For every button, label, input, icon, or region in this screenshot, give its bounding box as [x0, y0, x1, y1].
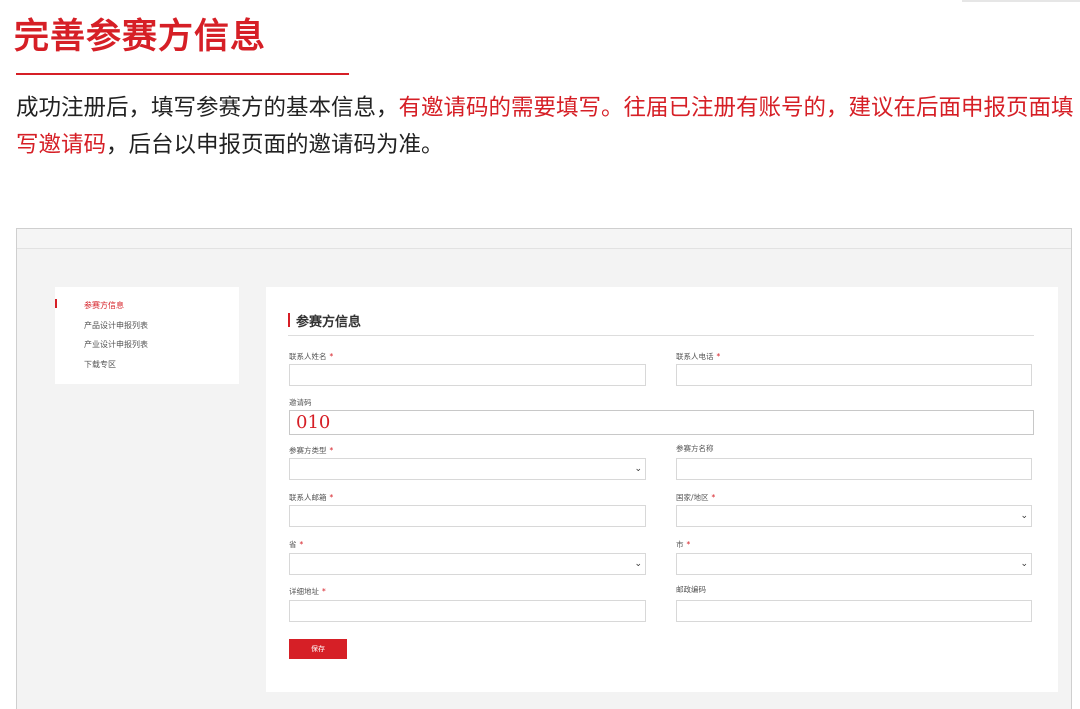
participant-type-select[interactable]: ⌄	[289, 458, 646, 480]
province-label: 省 *	[289, 539, 303, 550]
required-mark: *	[716, 352, 721, 361]
intro-text-1: 成功注册后，填写参赛方的基本信息，	[16, 95, 399, 121]
title-divider	[288, 335, 1034, 336]
city-select[interactable]: ⌄	[676, 553, 1032, 575]
participant-type-label: 参赛方类型 *	[289, 445, 333, 456]
postcode-label: 邮政编码	[676, 585, 706, 594]
required-mark: *	[686, 540, 691, 549]
chevron-down-icon: ⌄	[634, 559, 642, 569]
contact-phone-label-text: 联系人电话	[676, 352, 714, 361]
contact-email-label-text: 联系人邮箱	[289, 493, 327, 502]
contact-phone-label: 联系人电话 *	[676, 351, 720, 362]
contact-email-label: 联系人邮箱 *	[289, 492, 333, 503]
invite-code-value: 010	[296, 412, 331, 433]
contact-name-input[interactable]	[289, 364, 646, 386]
chevron-down-icon: ⌄	[1020, 511, 1028, 521]
title-accent-bar	[288, 313, 290, 327]
chevron-down-icon: ⌄	[1020, 559, 1028, 569]
country-label-text: 国家/地区	[676, 493, 709, 502]
sidebar-item-industry-design-list[interactable]: 产业设计申报列表	[84, 339, 148, 350]
participant-type-label-text: 参赛方类型	[289, 446, 327, 455]
city-label: 市 *	[676, 539, 690, 550]
sidebar: 参赛方信息 产品设计申报列表 产业设计申报列表 下载专区	[55, 287, 239, 384]
country-select[interactable]: ⌄	[676, 505, 1032, 527]
invite-code-label: 邀请码	[289, 398, 312, 407]
top-divider	[962, 0, 1080, 2]
postcode-input[interactable]	[676, 600, 1032, 622]
required-mark: *	[329, 493, 334, 502]
contact-phone-input[interactable]	[676, 364, 1032, 386]
contact-name-label: 联系人姓名 *	[289, 351, 333, 362]
intro-text-3: ，后台以申报页面的邀请码为准。	[106, 132, 444, 158]
sidebar-item-participant-info[interactable]: 参赛方信息	[84, 300, 124, 311]
required-mark: *	[329, 352, 334, 361]
required-mark: *	[322, 587, 326, 596]
form-title: 参赛方信息	[296, 315, 362, 330]
required-mark: *	[711, 493, 716, 502]
chevron-down-icon: ⌄	[634, 464, 642, 474]
required-mark: *	[299, 540, 304, 549]
save-button[interactable]: 保存	[289, 639, 347, 659]
address-label-text: 详细地址	[289, 587, 319, 596]
address-input[interactable]	[289, 600, 646, 622]
form-panel: 参赛方信息 联系人姓名 * 联系人电话 * 邀请码 010 参赛方类型 * ⌄ 参赛方…	[266, 287, 1058, 692]
intro-paragraph: 成功注册后，填写参赛方的基本信息，有邀请码的需要填写。往届已注册有账号的，建议在…	[16, 90, 1076, 164]
sidebar-item-product-design-list[interactable]: 产品设计申报列表	[84, 320, 148, 331]
province-label-text: 省	[289, 540, 297, 549]
invite-code-input[interactable]: 010	[289, 410, 1034, 435]
page-heading: 完善参赛方信息	[14, 17, 267, 57]
sidebar-item-downloads[interactable]: 下载专区	[84, 359, 116, 370]
contact-email-input[interactable]	[289, 505, 646, 527]
screenshot-frame: 参赛方信息 产品设计申报列表 产业设计申报列表 下载专区 参赛方信息 联系人姓名…	[16, 228, 1072, 709]
province-select[interactable]: ⌄	[289, 553, 646, 575]
frame-header-bar	[17, 229, 1071, 249]
city-label-text: 市	[676, 540, 684, 549]
participant-name-label: 参赛方名称	[676, 444, 714, 453]
required-mark: *	[329, 446, 334, 455]
heading-underline	[16, 73, 349, 75]
contact-name-label-text: 联系人姓名	[289, 352, 327, 361]
address-label: 详细地址 *	[289, 586, 326, 597]
country-label: 国家/地区 *	[676, 492, 715, 503]
active-indicator	[55, 299, 57, 308]
participant-name-input[interactable]	[676, 458, 1032, 480]
